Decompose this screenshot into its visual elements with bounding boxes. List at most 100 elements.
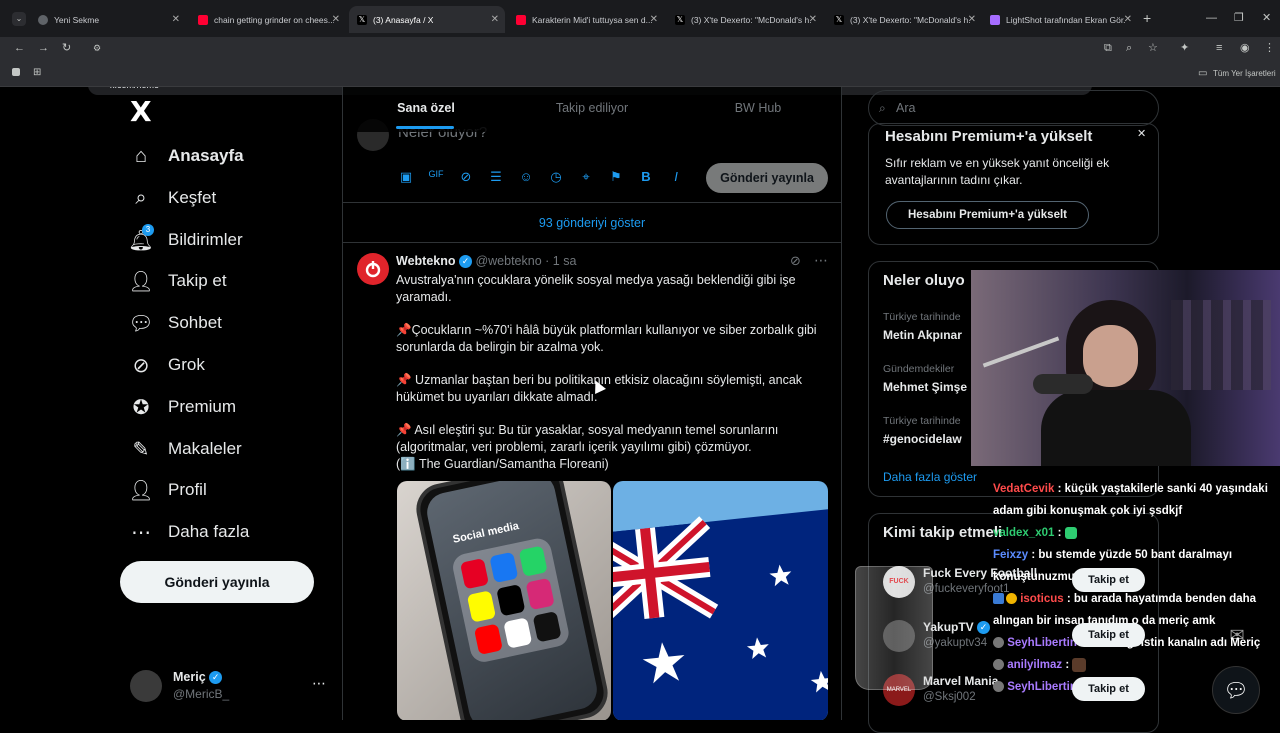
nav-item-notifications[interactable]: 🔔︎ 3 Bildirimler (128, 224, 243, 255)
site-info-icon[interactable]: ⚙ (93, 42, 101, 54)
tweet-author[interactable]: Webtekno (396, 254, 456, 268)
location-icon[interactable]: ⌖ (578, 169, 594, 185)
compose-box: Neler oluyor? ▣ GIF ⊘ ☰ ☺ ◷ ⌖ ⚑ B I Gönd… (343, 119, 841, 203)
close-tab-icon[interactable]: ✕ (172, 14, 180, 25)
minimize-icon[interactable]: — (1206, 12, 1217, 24)
nav-item-follow[interactable]: 👤︎ Takip et (128, 266, 226, 296)
profile-avatar-icon[interactable]: ◉ (1240, 42, 1250, 54)
reload-icon[interactable]: ↻ (62, 42, 71, 54)
tweet-time[interactable]: · 1 sa (545, 254, 576, 268)
tab-strip: ⌄ Yeni Sekme ✕ chain getting grinder on … (0, 0, 1280, 37)
close-icon[interactable]: ✕ (1137, 127, 1146, 140)
post-button[interactable]: Gönderi yayınla (120, 561, 314, 603)
image-icon[interactable]: ▣ (398, 169, 414, 185)
close-tab-icon[interactable]: ✕ (491, 14, 499, 25)
tweet-image-flag[interactable] (613, 481, 828, 720)
browser-tab[interactable]: Yeni Sekme ✕ (30, 6, 186, 33)
verified-icon: ✓ (209, 671, 223, 685)
nav-item-articles[interactable]: ✎ Makaleler (128, 434, 242, 464)
nav-item-profile[interactable]: 👤︎ Profil (128, 475, 206, 505)
x-logo[interactable]: X (130, 95, 152, 128)
browser-tab[interactable]: Karakterin Mid'i tuttuysa sen d... ✕ (508, 6, 664, 33)
maximize-icon[interactable]: ❐ (1234, 12, 1244, 24)
tweet-header: Webtekno ✓ @webtekno · 1 sa (396, 254, 576, 269)
close-tab-icon[interactable]: ✕ (332, 14, 340, 25)
extensions-icon[interactable]: ✦ (1180, 42, 1189, 54)
tab-following[interactable]: Takip ediliyor (509, 87, 675, 132)
more-dots-icon[interactable]: ⋯ (814, 252, 828, 269)
upgrade-premium-button[interactable]: Hesabını Premium+'a yükselt (886, 201, 1089, 229)
browser-tab-active[interactable]: 𝕏 (3) Anasayfa / X ✕ (349, 6, 505, 33)
messages-fab[interactable]: 💬︎ (1212, 666, 1260, 714)
account-handle: @MericB_ (173, 687, 230, 701)
schedule-icon[interactable]: ◷ (548, 169, 564, 185)
browser-tab[interactable]: 𝕏 (3) X'te Dexerto: "McDonald's h... ✕ (826, 6, 982, 33)
flag-icon[interactable]: ⚑ (608, 169, 624, 185)
close-window-icon[interactable]: ✕ (1262, 12, 1271, 24)
avatar[interactable] (357, 253, 389, 285)
show-more-link[interactable]: Daha fazla göster (883, 470, 977, 484)
zoom-icon[interactable]: ⌕ (1126, 42, 1132, 54)
tweet-image-phone[interactable]: Social media (397, 481, 611, 720)
account-switcher[interactable]: Meriç ✓ @MericB_ ⋯ (130, 669, 330, 709)
grok-icon[interactable]: ⊘ (458, 169, 474, 185)
app-square-icon[interactable] (12, 68, 20, 76)
grok-icon[interactable]: ⊘ (790, 253, 801, 269)
nav-item-more[interactable]: ⋯ Daha fazla (128, 517, 249, 547)
forward-icon[interactable]: → (38, 42, 49, 54)
close-tab-icon[interactable]: ✕ (1124, 14, 1132, 25)
badge-icon (993, 681, 1004, 693)
badge-icon (993, 637, 1004, 649)
browser-tab[interactable]: LightShot tarafından Ekran Gör... ✕ (982, 6, 1138, 33)
nav-item-premium[interactable]: ✪ Premium (128, 392, 236, 422)
menu-dots-icon[interactable]: ⋮ (1264, 42, 1275, 54)
nav-item-home[interactable]: ⌂ Anasayfa (128, 141, 244, 171)
media-control-icon[interactable]: ≡ (1216, 42, 1222, 54)
trend-category: Türkiye tarihinde (883, 415, 961, 427)
tiktok-icon (532, 610, 562, 643)
bookmark-star-icon[interactable]: ☆ (1148, 42, 1158, 54)
facebook-icon (489, 551, 519, 584)
nav-item-explore[interactable]: ⌕ Keşfet (128, 183, 216, 213)
trend-item[interactable]: Mehmet Şimşe (883, 380, 967, 394)
close-tab-icon[interactable]: ✕ (968, 14, 976, 25)
close-tab-icon[interactable]: ✕ (650, 14, 658, 25)
tab-bw-hub[interactable]: BW Hub (675, 87, 841, 132)
follow-button[interactable]: Takip et (1072, 623, 1145, 647)
apps-grid-icon[interactable]: ⊞ (33, 67, 41, 79)
badge-icon (993, 659, 1004, 671)
compose-message-icon[interactable]: ✉ (1222, 620, 1252, 650)
follow-button[interactable]: Takip et (1072, 677, 1145, 701)
emoji-icon[interactable]: ☺ (518, 169, 534, 184)
tweet-handle[interactable]: @webtekno (475, 254, 541, 268)
browser-tab[interactable]: chain getting grinder on chees... ✕ (190, 6, 346, 33)
back-icon[interactable]: ← (14, 42, 25, 54)
youtube-icon (516, 14, 526, 25)
new-tab-icon[interactable]: + (1143, 11, 1151, 25)
search-input[interactable]: ⌕ Ara (868, 90, 1159, 126)
tweet[interactable]: Webtekno ✓ @webtekno · 1 sa ⊘ ⋯ Avustral… (343, 243, 841, 720)
gif-icon[interactable]: GIF (428, 169, 444, 179)
poll-icon[interactable]: ☰ (488, 169, 504, 185)
close-tab-icon[interactable]: ✕ (809, 14, 817, 25)
x-app-icon (496, 584, 526, 617)
verified-icon: ✓ (977, 621, 991, 635)
instagram-icon (525, 578, 555, 610)
tab-search-icon[interactable]: ⌄ (12, 12, 26, 26)
nav-item-chat[interactable]: 💬︎ Sohbet (128, 308, 222, 338)
install-app-icon[interactable]: ⧉ (1104, 42, 1112, 54)
publish-button[interactable]: Gönderi yayınla (706, 163, 828, 193)
show-new-posts[interactable]: 93 gönderiyi göster (343, 203, 841, 243)
all-bookmarks-label[interactable]: Tüm Yer İşaretleri (1213, 69, 1276, 78)
bold-icon[interactable]: B (638, 169, 654, 184)
italic-icon[interactable]: I (668, 169, 684, 184)
trend-item[interactable]: #genocidelaw (883, 432, 962, 446)
tab-for-you[interactable]: Sana özel (343, 87, 509, 132)
emote-icon (1064, 526, 1077, 539)
browser-tab[interactable]: 𝕏 (3) X'te Dexerto: "McDonald's h... ✕ (667, 6, 823, 33)
follow-button[interactable]: Takip et (1072, 568, 1145, 592)
nav-item-grok[interactable]: ⊘ Grok (128, 350, 205, 380)
premium-icon: ✪ (132, 396, 150, 419)
trend-item[interactable]: Metin Akpınar (883, 328, 962, 342)
address-bar-row: ← → ↻ x.com/home ⚙ ⧉ ⌕ ☆ ✦ ≡ ◉ ⋮ (0, 37, 1280, 95)
